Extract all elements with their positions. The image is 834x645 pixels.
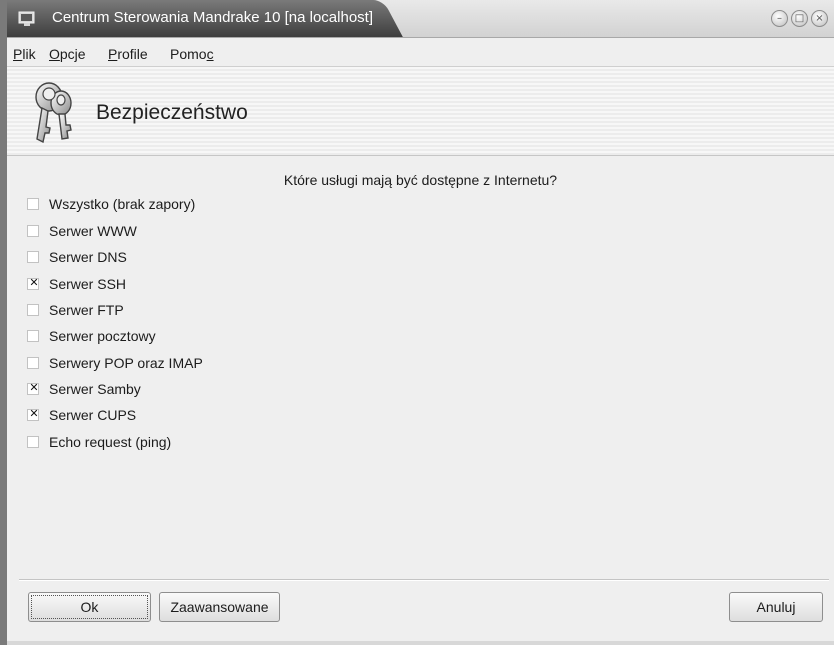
- checkbox-ftp[interactable]: [27, 304, 39, 316]
- option-label: Serwer CUPS: [49, 407, 137, 423]
- option-label: Wszystko (brak zapory): [49, 196, 196, 212]
- menu-profile-label: Profile: [108, 46, 148, 62]
- menu-pomoc-label: Pomoc: [170, 46, 214, 62]
- menu-bar: Plik Opcje Profile Pomoc: [7, 38, 834, 67]
- title-bar[interactable]: Centrum Sterowania Mandrake 10 [na local…: [7, 0, 834, 38]
- option-label: Serwer DNS: [49, 249, 127, 265]
- option-label: Serwery POP oraz IMAP: [49, 355, 203, 371]
- menu-profile[interactable]: Profile: [108, 46, 148, 62]
- option-ssh[interactable]: Serwer SSH: [27, 274, 126, 294]
- minimize-icon[interactable]: –: [771, 10, 788, 27]
- ok-button[interactable]: Ok: [28, 592, 151, 622]
- close-icon[interactable]: ×: [811, 10, 828, 27]
- footer-divider: [19, 579, 829, 581]
- menu-plik[interactable]: Plik: [13, 46, 36, 62]
- option-cups[interactable]: Serwer CUPS: [27, 405, 136, 425]
- option-label: Serwer FTP: [49, 302, 124, 318]
- option-mail[interactable]: Serwer pocztowy: [27, 326, 156, 346]
- keys-icon: [35, 82, 72, 143]
- option-label: Serwer pocztowy: [49, 328, 156, 344]
- app-icon: [18, 11, 35, 26]
- checkbox-samba[interactable]: [27, 381, 40, 395]
- checkbox-cups[interactable]: [27, 407, 40, 421]
- option-www[interactable]: Serwer WWW: [27, 221, 137, 241]
- window-bottom-edge: [7, 641, 834, 645]
- checkbox-www[interactable]: [27, 225, 39, 237]
- option-all[interactable]: Wszystko (brak zapory): [27, 194, 195, 214]
- checkbox-mail[interactable]: [27, 330, 39, 342]
- menu-plik-label: Plik: [13, 46, 36, 62]
- section-header: Bezpieczeństwo: [7, 67, 834, 156]
- checkbox-ssh[interactable]: [27, 276, 40, 290]
- checkbox-ping[interactable]: [27, 436, 39, 448]
- checkbox-all[interactable]: [27, 198, 39, 210]
- option-ping[interactable]: Echo request (ping): [27, 432, 171, 452]
- option-ftp[interactable]: Serwer FTP: [27, 300, 124, 320]
- option-label: Serwer WWW: [49, 223, 137, 239]
- maximize-icon[interactable]: □: [791, 10, 808, 27]
- menu-pomoc[interactable]: Pomoc: [170, 46, 214, 62]
- option-samba[interactable]: Serwer Samby: [27, 379, 141, 399]
- services-question: Które usługi mają być dostępne z Interne…: [283, 172, 558, 188]
- option-label: Serwer SSH: [49, 276, 127, 292]
- window-title: Centrum Sterowania Mandrake 10 [na local…: [52, 9, 374, 26]
- option-label: Echo request (ping): [49, 434, 172, 450]
- menu-opcje-label: Opcje: [49, 46, 86, 62]
- option-dns[interactable]: Serwer DNS: [27, 247, 127, 267]
- page-title: Bezpieczeństwo: [96, 101, 248, 124]
- control-center-window: Centrum Sterowania Mandrake 10 [na local…: [7, 0, 834, 645]
- option-label: Serwer Samby: [49, 381, 141, 397]
- cancel-button[interactable]: Anuluj: [729, 592, 823, 622]
- menu-opcje[interactable]: Opcje: [49, 46, 86, 62]
- checkbox-dns[interactable]: [27, 251, 39, 263]
- checkbox-pop-imap[interactable]: [27, 357, 39, 369]
- option-pop-imap[interactable]: Serwery POP oraz IMAP: [27, 353, 203, 373]
- advanced-button[interactable]: Zaawansowane: [159, 592, 280, 622]
